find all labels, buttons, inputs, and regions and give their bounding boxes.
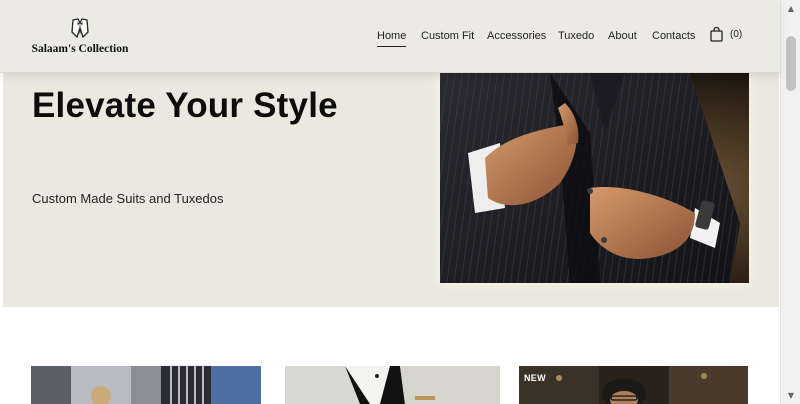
product-card[interactable] bbox=[285, 366, 500, 404]
site-header: Salaam's Collection Home Custom Fit Acce… bbox=[0, 0, 780, 73]
nav-about[interactable]: About bbox=[608, 30, 637, 46]
hero-title: Elevate Your Style bbox=[32, 86, 338, 125]
hero-subtitle: Custom Made Suits and Tuxedos bbox=[32, 191, 224, 206]
tuxedo-icon bbox=[71, 18, 89, 38]
product-card[interactable] bbox=[31, 366, 261, 404]
nav-tuxedo[interactable]: Tuxedo bbox=[558, 30, 594, 46]
nav-accessories[interactable]: Accessories bbox=[487, 30, 546, 46]
scroll-down-icon[interactable]: ▼ bbox=[781, 387, 800, 404]
cart-button[interactable]: (0) bbox=[710, 27, 742, 42]
nav-custom-fit[interactable]: Custom Fit bbox=[421, 30, 474, 46]
scroll-up-icon[interactable]: ▲ bbox=[781, 0, 800, 17]
hero-section: Elevate Your Style Custom Made Suits and… bbox=[3, 73, 779, 307]
brand-name: Salaam's Collection bbox=[31, 43, 129, 55]
product-card[interactable]: NEW bbox=[519, 366, 748, 404]
vertical-scrollbar[interactable]: ▲ ▼ bbox=[780, 0, 800, 404]
page: Salaam's Collection Home Custom Fit Acce… bbox=[0, 0, 780, 404]
shopping-bag-icon bbox=[710, 27, 723, 42]
nav-contacts[interactable]: Contacts bbox=[652, 30, 695, 46]
product-cards: NEW bbox=[0, 307, 780, 404]
new-badge: NEW bbox=[524, 373, 546, 383]
cart-count: (0) bbox=[730, 29, 743, 40]
nav-home[interactable]: Home bbox=[377, 30, 407, 47]
hero-image bbox=[440, 73, 749, 283]
scrollbar-thumb[interactable] bbox=[786, 36, 796, 91]
brand-logo[interactable]: Salaam's Collection bbox=[30, 18, 130, 60]
